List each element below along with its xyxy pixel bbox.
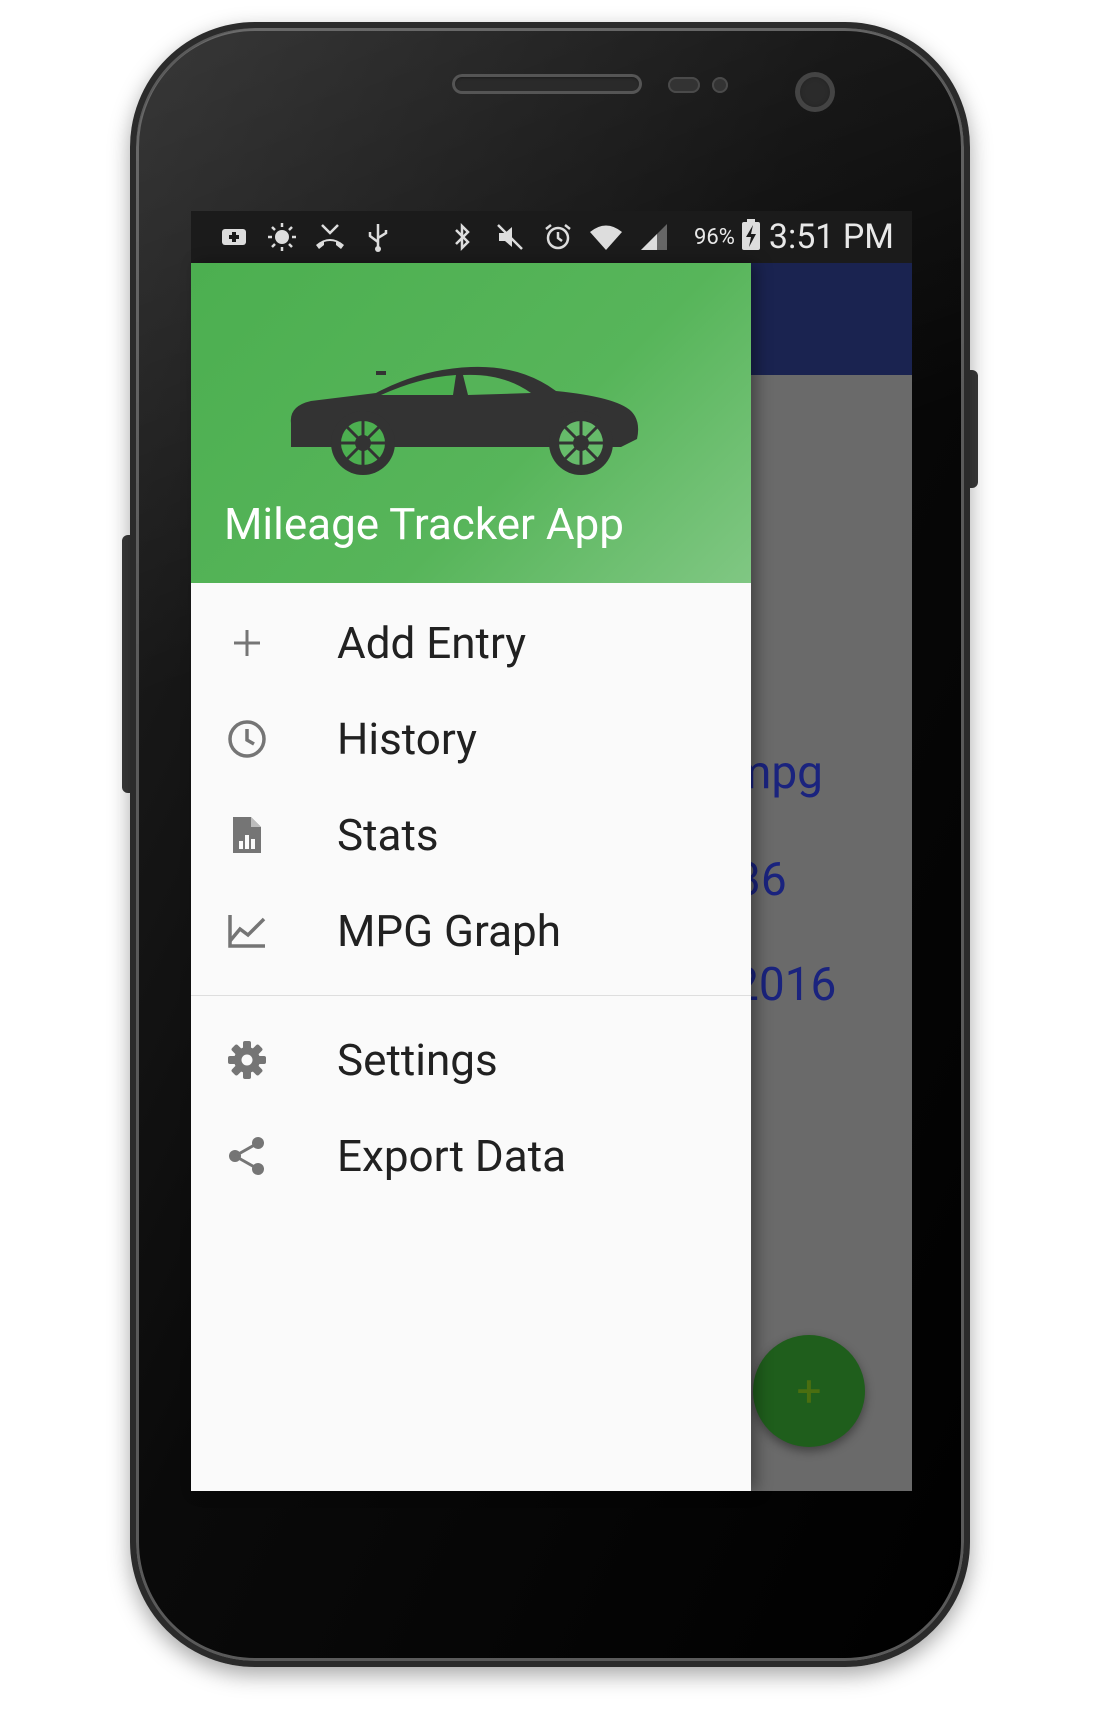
fab-label: + [796, 1365, 822, 1417]
front-camera [795, 72, 835, 112]
menu-item-settings[interactable]: Settings [191, 1012, 751, 1108]
status-bar: 96% 3:51 PM [191, 211, 912, 263]
proximity-sensor [668, 77, 700, 93]
gear-icon [225, 1038, 269, 1082]
menu-item-label: Settings [337, 1034, 498, 1086]
plus-icon [225, 621, 269, 665]
menu-item-label: MPG Graph [337, 905, 561, 957]
stats-document-icon [225, 813, 269, 857]
menu-item-label: Add Entry [337, 617, 527, 669]
drawer-header: Mileage Tracker App [191, 263, 751, 583]
menu-item-label: Stats [337, 809, 439, 861]
menu-divider [191, 995, 751, 996]
missed-call-icon [313, 220, 347, 254]
drawer-title: Mileage Tracker App [224, 498, 624, 550]
earpiece-speaker [452, 74, 642, 94]
car-icon [281, 351, 661, 485]
add-fab-button[interactable]: + [753, 1335, 865, 1447]
menu-item-history[interactable]: History [191, 691, 751, 787]
usb-icon [361, 220, 395, 254]
signal-icon [637, 220, 671, 254]
line-chart-icon [225, 909, 269, 953]
mute-icon [493, 220, 527, 254]
light-sensor [712, 77, 728, 93]
clock-icon [225, 717, 269, 761]
menu-item-label: Export Data [337, 1130, 567, 1182]
share-icon [225, 1134, 269, 1178]
status-time: 3:51 PM [768, 217, 894, 257]
menu-item-add-entry[interactable]: Add Entry [191, 595, 751, 691]
notification-plus-icon [217, 220, 251, 254]
battery-charging-icon [741, 219, 761, 255]
battery-percent: 96% [694, 224, 735, 250]
menu-item-stats[interactable]: Stats [191, 787, 751, 883]
wifi-icon [589, 220, 623, 254]
menu-item-export-data[interactable]: Export Data [191, 1108, 751, 1204]
menu-item-mpg-graph[interactable]: MPG Graph [191, 883, 751, 979]
navigation-drawer: Mileage Tracker App Add Entry History St… [191, 263, 751, 1491]
brightness-icon [265, 220, 299, 254]
menu-item-label: History [337, 713, 477, 765]
drawer-menu: Add Entry History Stats MPG Graph Settin… [191, 583, 751, 1204]
bluetooth-icon [445, 220, 479, 254]
alarm-icon [541, 220, 575, 254]
